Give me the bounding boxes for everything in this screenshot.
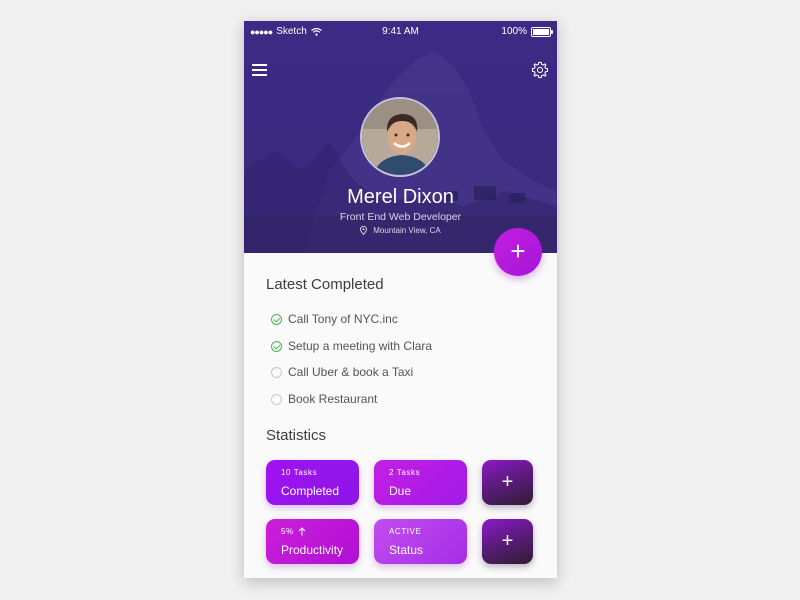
- task-label: Call Uber & book a Taxi: [288, 365, 414, 379]
- stat-tile-label: Status: [389, 543, 424, 557]
- location-pin-icon: [360, 226, 368, 235]
- stat-tile-completed[interactable]: 10 Tasks Completed: [266, 460, 359, 505]
- empty-checkbox-icon[interactable]: [271, 366, 282, 378]
- phone-screen: ●●●●● Sketch 9:41 AM 100% Merel Dixon Fr…: [244, 21, 557, 578]
- stat-tile-due[interactable]: 2 Tasks Due: [374, 460, 467, 505]
- task-label: Call Tony of NYC.inc: [288, 312, 398, 326]
- location-label: Mountain View, CA: [373, 226, 441, 235]
- gear-icon[interactable]: [531, 61, 549, 79]
- hamburger-icon[interactable]: [251, 61, 269, 79]
- statistics-heading: Statistics: [266, 427, 327, 444]
- profile-name: Merel Dixon: [347, 186, 454, 208]
- check-icon[interactable]: [271, 313, 282, 325]
- check-icon[interactable]: [271, 340, 282, 352]
- stat-tile-label: Completed: [281, 484, 340, 498]
- empty-checkbox-icon[interactable]: [271, 393, 282, 405]
- arrow-up-icon: [298, 527, 306, 536]
- task-item[interactable]: Call Tony of NYC.inc: [271, 312, 398, 326]
- battery-icon: [531, 27, 553, 37]
- add-stat-button[interactable]: +: [482, 519, 533, 564]
- stat-tile-label: Due: [389, 484, 412, 498]
- avatar[interactable]: [360, 97, 440, 177]
- stat-tile-state: ACTIVE: [389, 527, 422, 536]
- stat-tile-count: 2 Tasks: [389, 468, 421, 477]
- stat-tile-metric: 5%: [281, 527, 306, 536]
- status-bar: ●●●●● Sketch 9:41 AM 100%: [244, 21, 557, 43]
- latest-completed-heading: Latest Completed: [266, 276, 384, 293]
- stat-tile-percent: 5%: [281, 527, 294, 536]
- task-item[interactable]: Book Restaurant: [271, 392, 377, 406]
- stat-tile-label: Productivity: [281, 543, 344, 557]
- task-item[interactable]: Call Uber & book a Taxi: [271, 365, 413, 379]
- stat-tile-status[interactable]: ACTIVE Status: [374, 519, 467, 564]
- stat-tile-count: 10 Tasks: [281, 468, 318, 477]
- battery-percent: 100%: [501, 26, 527, 37]
- add-stat-button[interactable]: +: [482, 460, 533, 505]
- profile-title: Front End Web Developer: [339, 211, 462, 223]
- task-item[interactable]: Setup a meeting with Clara: [271, 339, 432, 353]
- profile-header: ●●●●● Sketch 9:41 AM 100% Merel Dixon Fr…: [244, 21, 557, 253]
- stat-tile-productivity[interactable]: 5% Productivity: [266, 519, 359, 564]
- task-label: Book Restaurant: [288, 392, 378, 406]
- task-label: Setup a meeting with Clara: [288, 339, 433, 353]
- add-fab-button[interactable]: +: [494, 228, 542, 276]
